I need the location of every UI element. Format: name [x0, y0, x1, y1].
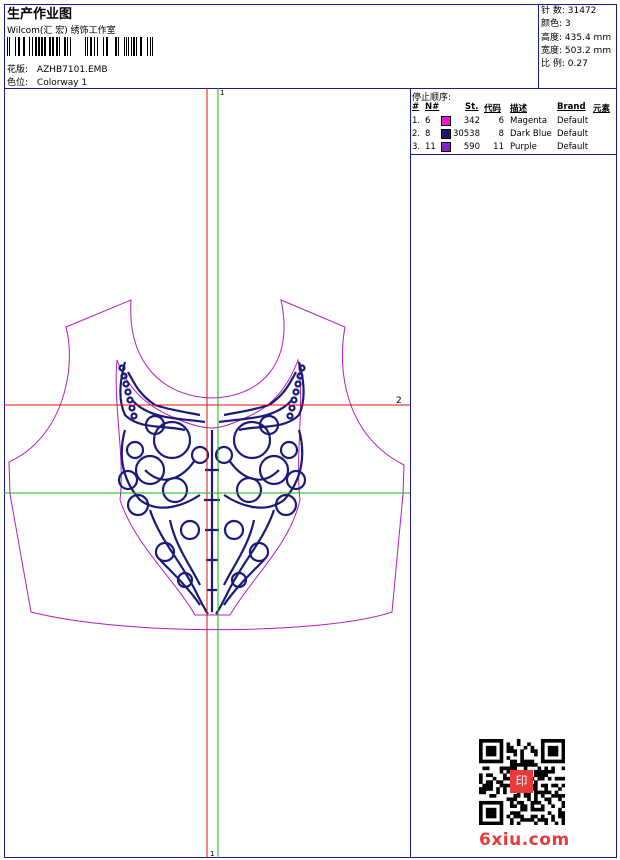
embroidery-scroll — [148, 509, 209, 615]
guide-marker-right: 2 — [396, 396, 402, 406]
embroidery-scroll — [218, 399, 293, 424]
embroidery-scroll — [223, 559, 265, 606]
embroidery-scroll — [223, 371, 297, 417]
embroidery-dot — [290, 396, 298, 404]
embroidery-dot — [298, 364, 306, 372]
embroidery-swirl — [161, 476, 189, 504]
embroidery-scroll — [228, 459, 280, 481]
embroidery-swirl — [125, 440, 145, 460]
embroidery-dot — [286, 412, 294, 420]
embroidery-swirl — [179, 519, 201, 541]
embroidery-scroll — [127, 371, 201, 417]
guide-marker-bottom: 1 — [210, 850, 214, 858]
embroidery-dot — [124, 388, 132, 396]
embroidery-dot — [288, 404, 296, 412]
embroidery-swirl — [235, 476, 263, 504]
embroidery-scroll — [159, 559, 201, 606]
embroidery-dot — [130, 412, 138, 420]
embroidery-dot — [126, 396, 134, 404]
guide-marker-top: 1 — [220, 89, 224, 97]
embroidery-scroll — [215, 509, 276, 615]
watermark-logo: 6xiu.com — [479, 830, 570, 850]
embroidery-dot — [122, 380, 130, 388]
embroidery-scroll — [144, 459, 196, 481]
embroidery-scroll — [131, 399, 206, 424]
embroidery-scroll — [238, 361, 305, 432]
embroidery-swirl — [223, 519, 245, 541]
design-canvas: 1 2 1 — [4, 88, 410, 858]
embroidery-scroll — [119, 361, 186, 432]
embroidery-motif — [117, 361, 307, 615]
embroidery-dot — [292, 388, 300, 396]
embroidery-dot — [294, 380, 302, 388]
embroidery-dot — [128, 404, 136, 412]
embroidery-swirl — [279, 440, 299, 460]
embroidery-dot — [118, 364, 126, 372]
seal-stamp: 印 — [510, 770, 533, 793]
